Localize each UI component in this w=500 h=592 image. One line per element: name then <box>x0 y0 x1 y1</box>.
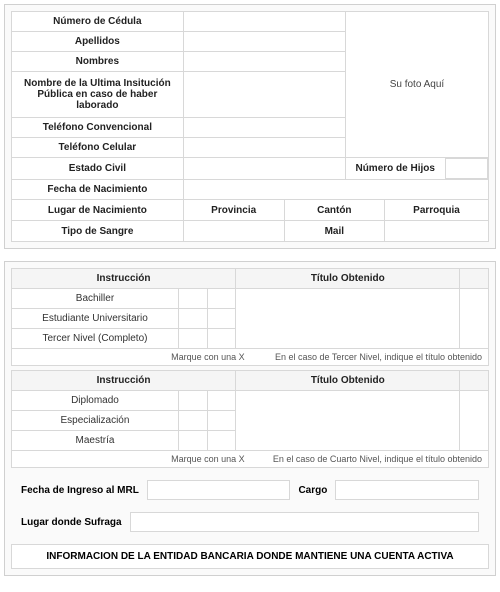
edu2-r3-x2[interactable] <box>207 431 236 451</box>
label-num-hijos: Número de Hijos <box>346 159 445 179</box>
edu2-r1: Diplomado <box>12 391 179 411</box>
label-provincia: Provincia <box>184 200 284 220</box>
edu2-h-spacer <box>460 371 489 391</box>
field-estado-civil[interactable] <box>183 158 345 180</box>
label-cargo: Cargo <box>298 485 327 496</box>
personal-panel: Número de Cédula Su foto Aquí Apellidos … <box>4 4 496 249</box>
label-fecha-ingreso: Fecha de Ingreso al MRL <box>21 485 139 496</box>
edu1-r3: Tercer Nivel (Completo) <box>12 329 179 349</box>
field-cargo[interactable] <box>335 480 479 500</box>
field-tipo-sangre[interactable] <box>184 221 284 241</box>
edu1-titulo-field[interactable] <box>236 289 460 349</box>
edu1-note: Marque con una X En el caso de Tercer Ni… <box>11 349 489 366</box>
field-mail[interactable] <box>385 221 488 241</box>
edu1-note-right: En el caso de Tercer Nivel, indique el t… <box>275 352 482 362</box>
edu1-r3-x2[interactable] <box>207 329 236 349</box>
edu2-r2-x2[interactable] <box>207 411 236 431</box>
field-fecha-ingreso[interactable] <box>147 480 291 500</box>
field-fecha-nac[interactable] <box>183 180 488 200</box>
edu2-r3: Maestría <box>12 431 179 451</box>
field-apellidos[interactable] <box>183 32 345 52</box>
edu1-r3-x1[interactable] <box>178 329 207 349</box>
edu2-note: Marque con una X En el caso de Cuarto Ni… <box>11 451 489 468</box>
job-row1: Fecha de Ingreso al MRL Cargo <box>11 474 489 506</box>
label-ultima-inst: Nombre de la Ultima Insitución Pública e… <box>12 72 184 118</box>
edu2-r2-x1[interactable] <box>178 411 207 431</box>
edu1-h-titulo: Título Obtenido <box>236 269 460 289</box>
edu1-note-left: Marque con una X <box>18 352 245 362</box>
edu1-r2-x1[interactable] <box>178 309 207 329</box>
label-canton: Cantón <box>284 200 384 220</box>
edu1-r2: Estudiante Universitario <box>12 309 179 329</box>
edu1-r1: Bachiller <box>12 289 179 309</box>
field-ultima-inst[interactable] <box>183 72 345 118</box>
field-cedula[interactable] <box>183 12 345 32</box>
edu1-h-instruccion: Instrucción <box>12 269 236 289</box>
edu2-r1-x2[interactable] <box>207 391 236 411</box>
label-tel-cel: Teléfono Celular <box>12 138 184 158</box>
edu2-note-left: Marque con una X <box>18 454 245 464</box>
label-cedula: Número de Cédula <box>12 12 184 32</box>
label-lugar-nac: Lugar de Nacimiento <box>12 200 184 221</box>
edu1-spacer <box>460 289 489 349</box>
edu1-r1-x2[interactable] <box>207 289 236 309</box>
edu2-r3-x1[interactable] <box>178 431 207 451</box>
label-tipo-sangre: Tipo de Sangre <box>12 221 184 242</box>
edu2-titulo-field[interactable] <box>236 391 460 451</box>
edu2-spacer <box>460 391 489 451</box>
label-lugar-sufraga: Lugar donde Sufraga <box>21 517 122 528</box>
field-lugar-sufraga[interactable] <box>130 512 479 532</box>
edu2-h-instruccion: Instrucción <box>12 371 236 391</box>
edu2-table: Instrucción Título Obtenido Diplomado Es… <box>11 370 489 451</box>
edu1-r2-x2[interactable] <box>207 309 236 329</box>
edu2-note-right: En el caso de Cuarto Nivel, indique el t… <box>273 454 482 464</box>
label-nombres: Nombres <box>12 52 184 72</box>
education-panel: Instrucción Título Obtenido Bachiller Es… <box>4 261 496 576</box>
field-tel-cel[interactable] <box>183 138 345 158</box>
edu2-h-titulo: Título Obtenido <box>236 371 460 391</box>
field-nombres[interactable] <box>183 52 345 72</box>
label-mail: Mail <box>284 221 384 241</box>
edu1-table: Instrucción Título Obtenido Bachiller Es… <box>11 268 489 349</box>
label-tel-conv: Teléfono Convencional <box>12 118 184 138</box>
edu2-r1-x1[interactable] <box>178 391 207 411</box>
label-fecha-nac: Fecha de Nacimiento <box>12 180 184 200</box>
job-row2: Lugar donde Sufraga <box>11 506 489 538</box>
photo-placeholder[interactable]: Su foto Aquí <box>345 12 488 158</box>
edu2-r2: Especialización <box>12 411 179 431</box>
label-apellidos: Apellidos <box>12 32 184 52</box>
personal-table: Número de Cédula Su foto Aquí Apellidos … <box>11 11 489 242</box>
label-estado-civil: Estado Civil <box>12 158 184 180</box>
edu1-h-spacer <box>460 269 489 289</box>
field-tel-conv[interactable] <box>183 118 345 138</box>
label-parroquia: Parroquia <box>385 200 488 220</box>
bank-header: INFORMACION DE LA ENTIDAD BANCARIA DONDE… <box>11 544 489 569</box>
edu1-r1-x1[interactable] <box>178 289 207 309</box>
field-num-hijos[interactable] <box>445 159 487 179</box>
